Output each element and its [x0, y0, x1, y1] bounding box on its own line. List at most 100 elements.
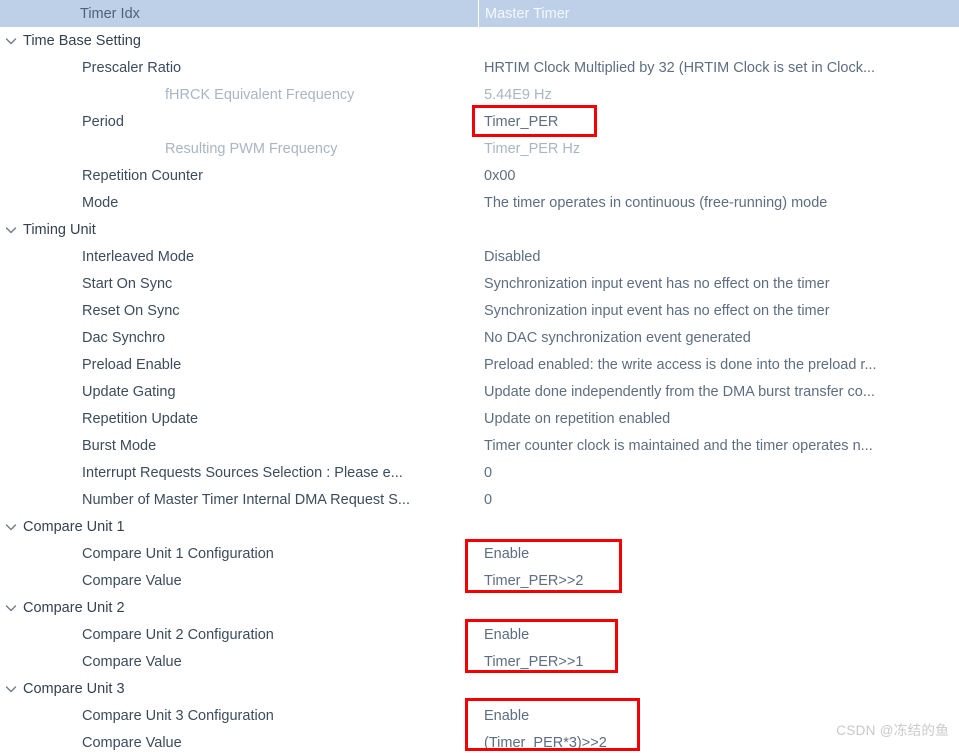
grid-row[interactable]: Compare Unit 2 [0, 594, 959, 621]
grid-row[interactable]: Update Gating Update done independently f… [0, 378, 959, 405]
grid-row[interactable]: Compare Value (Timer_PER*3)>>2 [0, 729, 959, 756]
row-label-cell[interactable]: Preload Enable [0, 351, 478, 378]
row-value-cell[interactable]: 0 [478, 459, 959, 486]
row-label-burst-mode: Burst Mode [82, 437, 157, 454]
row-value-cell[interactable]: Timer_PER [478, 108, 959, 135]
row-value-cell[interactable]: Synchronization input event has no effec… [478, 270, 959, 297]
grid-row[interactable]: fHRCK Equivalent Frequency 5.44E9 Hz [0, 81, 959, 108]
row-label-cell[interactable]: Compare Value [0, 648, 478, 675]
chevron-down-icon[interactable] [4, 682, 18, 696]
column-header-master-timer[interactable]: Master Timer [479, 6, 959, 22]
grid-row[interactable]: Compare Value Timer_PER>>1 [0, 648, 959, 675]
row-value-cell[interactable]: Update done independently from the DMA b… [478, 378, 959, 405]
row-label-resulting-pwm-frequency: Resulting PWM Frequency [165, 140, 338, 157]
row-value-cell[interactable]: Timer counter clock is maintained and th… [478, 432, 959, 459]
grid-row[interactable]: Dac Synchro No DAC synchronization event … [0, 324, 959, 351]
row-value-cell[interactable]: HRTIM Clock Multiplied by 32 (HRTIM Cloc… [478, 54, 959, 81]
grid-row[interactable]: Interrupt Requests Sources Selection : P… [0, 459, 959, 486]
row-value-cell[interactable] [478, 216, 959, 243]
row-label-cell[interactable]: Update Gating [0, 378, 478, 405]
row-label-number-of-master-timer-internal-dma-request-s: Number of Master Timer Internal DMA Requ… [82, 491, 410, 508]
row-value-cell[interactable] [478, 594, 959, 621]
row-label-cell[interactable]: Compare Unit 2 Configuration [0, 621, 478, 648]
grid-row[interactable]: Burst Mode Timer counter clock is maintai… [0, 432, 959, 459]
row-label-time-base-setting: Time Base Setting [23, 32, 141, 49]
row-label-cell[interactable]: Number of Master Timer Internal DMA Requ… [0, 486, 478, 513]
row-label-cell[interactable]: Compare Unit 1 [0, 513, 478, 540]
row-label-cell[interactable]: Prescaler Ratio [0, 54, 478, 81]
row-value-prescaler-ratio: HRTIM Clock Multiplied by 32 (HRTIM Cloc… [484, 59, 876, 76]
grid-row[interactable]: Mode The timer operates in continuous (fr… [0, 189, 959, 216]
row-label-cell[interactable]: Reset On Sync [0, 297, 478, 324]
grid-row[interactable]: Time Base Setting [0, 27, 959, 54]
row-label-cell[interactable]: Repetition Update [0, 405, 478, 432]
grid-row[interactable]: Repetition Update Update on repetition en… [0, 405, 959, 432]
row-label-cell[interactable]: Time Base Setting [0, 27, 478, 54]
grid-row[interactable]: Repetition Counter 0x00 [0, 162, 959, 189]
row-value-cell[interactable]: No DAC synchronization event generated [478, 324, 959, 351]
row-label-cell[interactable]: fHRCK Equivalent Frequency [0, 81, 478, 108]
row-value-cell[interactable]: Disabled [478, 243, 959, 270]
row-value-cell[interactable]: 0 [478, 486, 959, 513]
row-value-cell[interactable]: Enable [478, 540, 959, 567]
row-label-repetition-counter: Repetition Counter [82, 167, 203, 184]
row-value-cell[interactable] [478, 27, 959, 54]
row-value-cell[interactable]: The timer operates in continuous (free-r… [478, 189, 959, 216]
grid-row[interactable]: Compare Unit 2 Configuration Enable [0, 621, 959, 648]
row-value-preload-enable: Preload enabled: the write access is don… [484, 356, 877, 373]
row-label-cell[interactable]: Period [0, 108, 478, 135]
grid-row[interactable]: Timing Unit [0, 216, 959, 243]
row-label-cell[interactable]: Resulting PWM Frequency [0, 135, 478, 162]
row-label-interrupt-requests-sources-selection-please-e: Interrupt Requests Sources Selection : P… [82, 464, 403, 481]
row-label-cell[interactable]: Dac Synchro [0, 324, 478, 351]
row-value-cell[interactable]: Update on repetition enabled [478, 405, 959, 432]
grid-row[interactable]: Preload Enable Preload enabled: the write… [0, 351, 959, 378]
row-value-cell[interactable]: 5.44E9 Hz [478, 81, 959, 108]
row-value-cell[interactable]: Timer_PER>>2 [478, 567, 959, 594]
grid-row[interactable]: Compare Value Timer_PER>>2 [0, 567, 959, 594]
row-label-cell[interactable]: Compare Unit 3 Configuration [0, 702, 478, 729]
chevron-down-icon[interactable] [4, 520, 18, 534]
row-label-update-gating: Update Gating [82, 383, 176, 400]
row-value-compare-unit-2-configuration: Enable [484, 626, 530, 643]
row-value-cell[interactable]: Synchronization input event has no effec… [478, 297, 959, 324]
grid-row[interactable]: Period Timer_PER [0, 108, 959, 135]
watermark: CSDN @冻结的鱼 [836, 723, 949, 738]
row-value-cell[interactable]: Timer_PER>>1 [478, 648, 959, 675]
row-value-cell[interactable]: Preload enabled: the write access is don… [478, 351, 959, 378]
chevron-down-icon[interactable] [4, 223, 18, 237]
grid-row[interactable]: Compare Unit 1 Configuration Enable [0, 540, 959, 567]
row-label-cell[interactable]: Mode [0, 189, 478, 216]
grid-row[interactable]: Compare Unit 1 [0, 513, 959, 540]
grid-row[interactable]: Compare Unit 3 [0, 675, 959, 702]
row-value-cell[interactable]: Enable [478, 621, 959, 648]
row-label-cell[interactable]: Compare Value [0, 567, 478, 594]
chevron-down-icon[interactable] [4, 601, 18, 615]
row-label-cell[interactable]: Interleaved Mode [0, 243, 478, 270]
row-label-cell[interactable]: Compare Unit 1 Configuration [0, 540, 478, 567]
row-label-compare-unit-2-configuration: Compare Unit 2 Configuration [82, 626, 274, 643]
row-value-cell[interactable] [478, 675, 959, 702]
row-label-cell[interactable]: Repetition Counter [0, 162, 478, 189]
row-value-cell[interactable]: Timer_PER Hz [478, 135, 959, 162]
chevron-down-icon[interactable] [4, 34, 18, 48]
row-label-cell[interactable]: Interrupt Requests Sources Selection : P… [0, 459, 478, 486]
grid-row[interactable]: Start On Sync Synchronization input event… [0, 270, 959, 297]
grid-row[interactable]: Interleaved Mode Disabled [0, 243, 959, 270]
grid-row[interactable]: Compare Unit 3 Configuration Enable [0, 702, 959, 729]
row-value-update-gating: Update done independently from the DMA b… [484, 383, 875, 400]
grid-row[interactable]: Number of Master Timer Internal DMA Requ… [0, 486, 959, 513]
column-header-timer-idx[interactable]: Timer Idx [0, 6, 478, 22]
grid-row[interactable]: Resulting PWM Frequency Timer_PER Hz [0, 135, 959, 162]
grid-row[interactable]: Reset On Sync Synchronization input event… [0, 297, 959, 324]
grid-header-row: Timer Idx Master Timer [0, 0, 959, 27]
row-label-cell[interactable]: Burst Mode [0, 432, 478, 459]
row-label-cell[interactable]: Start On Sync [0, 270, 478, 297]
row-value-cell[interactable]: 0x00 [478, 162, 959, 189]
row-label-cell[interactable]: Compare Value [0, 729, 478, 756]
row-label-cell[interactable]: Compare Unit 3 [0, 675, 478, 702]
grid-row[interactable]: Prescaler Ratio HRTIM Clock Multiplied by… [0, 54, 959, 81]
row-value-cell[interactable] [478, 513, 959, 540]
row-label-cell[interactable]: Timing Unit [0, 216, 478, 243]
row-label-cell[interactable]: Compare Unit 2 [0, 594, 478, 621]
